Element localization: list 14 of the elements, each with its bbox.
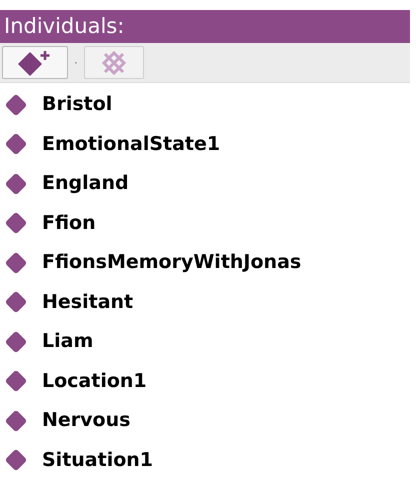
crossed-diamond-icon bbox=[100, 48, 128, 76]
individual-name[interactable]: Bristol bbox=[42, 95, 112, 114]
individual-name[interactable]: FfionsMemoryWithJonas bbox=[42, 253, 302, 272]
individual-name[interactable]: Hesitant bbox=[42, 292, 134, 312]
individual-name[interactable]: EmotionalState1 bbox=[42, 134, 220, 154]
add-individual-button[interactable] bbox=[2, 46, 68, 79]
toolbar-separator: · bbox=[74, 54, 78, 72]
individual-name[interactable]: Liam bbox=[42, 332, 94, 352]
individual-name[interactable]: Nervous bbox=[42, 411, 130, 430]
panel-title: Individuals: bbox=[4, 16, 124, 37]
individual-name[interactable]: Situation1 bbox=[42, 450, 154, 470]
individual-name[interactable]: Ffion bbox=[42, 214, 96, 233]
individual-name[interactable]: Location1 bbox=[42, 372, 147, 391]
individual-name[interactable]: England bbox=[42, 174, 129, 194]
